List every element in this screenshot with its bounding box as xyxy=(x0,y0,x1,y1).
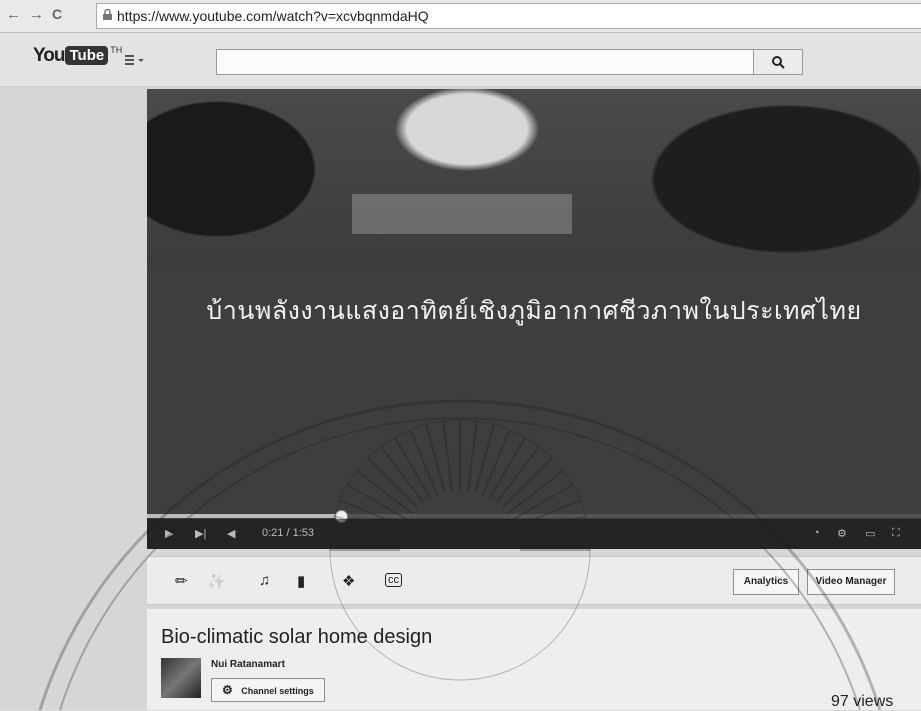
url-text: https://www.youtube.com/watch?v=xcvbqnmd… xyxy=(117,8,429,24)
logo-tube: Tube xyxy=(65,46,109,65)
logo-you: You xyxy=(33,45,66,66)
fullscreen-icon[interactable]: ⛶ xyxy=(892,527,900,540)
cc-icon[interactable]: cc xyxy=(385,573,402,587)
progress-fill xyxy=(147,514,341,518)
video-frame-building xyxy=(352,194,572,234)
view-count: 97 views xyxy=(831,693,894,710)
youtube-header: You Tube TH xyxy=(0,33,921,87)
theater-mode-icon[interactable]: ▭ xyxy=(865,527,875,540)
video-manager-button[interactable]: Video Manager xyxy=(807,569,895,595)
guide-menu-icon[interactable] xyxy=(125,55,147,65)
annotation-icon[interactable]: ▮ xyxy=(297,572,305,590)
video-overlay-title: บ้านพลังงานแสงอาทิตย์เชิงภูมิอากาศชีวภาพ… xyxy=(206,296,862,325)
volume-icon[interactable]: ◀ xyxy=(227,527,235,540)
creator-toolbar: ✏ ✨ ♫ ▮ ❖ cc Analytics Video Manager xyxy=(147,556,921,605)
address-bar[interactable]: https://www.youtube.com/watch?v=xcvbqnmd… xyxy=(96,3,921,29)
channel-settings-label: Channel settings xyxy=(241,686,314,696)
search-icon xyxy=(772,56,785,69)
logo-country: TH xyxy=(110,45,123,55)
progress-bar[interactable] xyxy=(147,510,921,523)
play-icon[interactable]: ▶ xyxy=(165,527,173,540)
gear-icon: ⚙ xyxy=(222,683,233,697)
youtube-logo[interactable]: You Tube TH xyxy=(33,45,122,67)
time-display: 0:21 / 1:53 xyxy=(262,527,314,539)
back-icon[interactable]: ← xyxy=(6,6,21,23)
pencil-icon[interactable]: ✏ xyxy=(175,572,188,590)
browser-toolbar: ← → C https://www.youtube.com/watch?v=xc… xyxy=(0,0,921,33)
video-frame-trees xyxy=(147,89,921,289)
magic-wand-icon[interactable]: ✨ xyxy=(207,572,226,590)
watch-later-icon[interactable]: ◔ xyxy=(813,527,820,539)
channel-avatar[interactable] xyxy=(161,658,201,698)
video-title: Bio-climatic solar home design xyxy=(161,626,433,648)
channel-settings-button[interactable]: ⚙ Channel settings xyxy=(211,678,325,702)
next-icon[interactable]: ▶| xyxy=(195,527,206,540)
video-player[interactable]: บ้านพลังงานแสงอาทิตย์เชิงภูมิอากาศชีวภาพ… xyxy=(147,89,921,549)
channel-name[interactable]: Nui Ratanamart xyxy=(211,659,285,670)
info-icon[interactable]: ❖ xyxy=(342,572,355,590)
forward-icon[interactable]: → xyxy=(29,6,44,23)
settings-gear-icon[interactable]: ⚙ xyxy=(837,527,847,540)
player-controls: ▶ ▶| ◀ 0:21 / 1:53 ◔ ⚙ ▭ ⛶ xyxy=(147,519,921,549)
music-note-icon[interactable]: ♫ xyxy=(259,572,270,589)
search-input[interactable] xyxy=(216,49,758,75)
lock-icon xyxy=(103,9,112,20)
search-button[interactable] xyxy=(753,49,803,75)
video-info-panel: Bio-climatic solar home design Nui Ratan… xyxy=(147,609,921,710)
analytics-button[interactable]: Analytics xyxy=(733,569,799,595)
reload-icon[interactable]: C xyxy=(52,6,62,22)
